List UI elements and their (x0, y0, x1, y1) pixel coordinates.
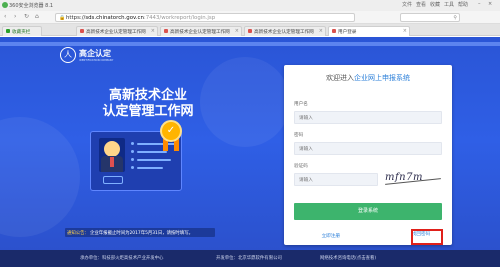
background-shape (200, 57, 290, 147)
tab-page-3[interactable]: 高新技术企业认定管理工作网 × (244, 26, 326, 36)
menu-file[interactable]: 文件 (402, 1, 412, 8)
close-icon[interactable]: × (488, 1, 492, 7)
browser-logo-icon (2, 2, 8, 8)
lock-icon: 🔒 (59, 15, 66, 21)
password-field[interactable] (294, 142, 445, 155)
bullet-dot (131, 142, 134, 145)
footer-developer: 开发单位：北京华鼎软件有限公司 (216, 256, 282, 261)
captcha-field[interactable] (294, 173, 381, 186)
window-title: 360安全浏览器 8.1 (9, 3, 54, 9)
notice-bar[interactable]: 通知公告： 企业年报截止时间为2017年5月31日，请按时填写。 (65, 228, 215, 237)
tab-login[interactable]: 用户登录 × (328, 26, 410, 36)
menu-favorites[interactable]: 收藏 (430, 1, 440, 8)
password-label: 密码 (294, 133, 304, 138)
logo-subtext: IDENTIFICATION COMPANY (79, 59, 114, 62)
tab-page-2[interactable]: 高新技术企业认定管理工作网 × (160, 26, 242, 36)
bullet-dot (131, 166, 134, 169)
footer-support-link[interactable]: 网络技术咨询电话(点击查看) (320, 255, 376, 261)
notice-label: 通知公告： (67, 230, 89, 236)
url-text: https://sds.chinatorch.gov.cn:7443/workr… (66, 15, 216, 21)
hero-title-line1: 高新技术企业 (108, 88, 187, 103)
login-button[interactable]: 登录系统 (294, 203, 442, 220)
search-icon[interactable]: ⚲ (453, 15, 457, 21)
minimize-icon[interactable]: – (478, 1, 481, 7)
close-tab-icon[interactable]: × (403, 28, 407, 34)
close-tab-icon[interactable]: × (235, 28, 239, 34)
password-input[interactable] (299, 146, 445, 152)
person-head (104, 141, 120, 157)
close-tab-icon[interactable]: × (319, 28, 323, 34)
forward-icon[interactable]: › (14, 13, 16, 20)
logo-text: 高企认定 (79, 49, 111, 58)
refresh-icon[interactable]: ↻ (24, 13, 29, 20)
home-icon[interactable]: ⌂ (35, 13, 39, 20)
text-line (137, 158, 171, 161)
menu-view[interactable]: 查看 (416, 1, 426, 8)
highlight-box (411, 229, 443, 245)
username-label: 用户名 (294, 102, 308, 107)
text-line (137, 166, 163, 169)
hero-title-line2: 认定管理工作网 (102, 104, 194, 119)
bullet-dot (131, 150, 134, 153)
favorites-icon (6, 29, 10, 33)
captcha-image[interactable]: mfn7m (385, 172, 441, 190)
menu-help[interactable]: 帮助 (458, 1, 468, 8)
captcha-label: 验证码 (294, 164, 308, 169)
header-band (0, 42, 500, 46)
page-icon (80, 29, 84, 33)
back-icon[interactable]: ‹ (4, 13, 6, 20)
site-logo[interactable]: 人 高企认定 IDENTIFICATION COMPANY (60, 47, 115, 67)
notice-text: 企业年报截止时间为2017年5月31日，请按时填写。 (90, 230, 193, 236)
register-link[interactable]: 立即注册 (322, 234, 340, 239)
tie-icon (110, 157, 114, 167)
page-content: 人 高企认定 IDENTIFICATION COMPANY 高新技术企业 认定管… (0, 37, 500, 267)
address-bar-row: ‹ › ↻ ⌂ 🔒 https://sds.chinatorch.gov.cn:… (0, 11, 500, 24)
welcome-text: 欢迎进入企业网上申报系统 (326, 74, 410, 82)
page-icon (332, 29, 336, 33)
bullet-dot (131, 158, 134, 161)
username-field[interactable] (294, 111, 445, 124)
search-input[interactable]: ⚲ (400, 13, 460, 22)
footer-organizer: 承办单位：科技部火炬高技术产业开发中心 (80, 256, 164, 261)
page-footer: 承办单位：科技部火炬高技术产业开发中心 开发单位：北京华鼎软件有限公司 网络技术… (0, 250, 500, 267)
background-shape (0, 117, 80, 237)
checkbox-illustration (103, 176, 123, 184)
username-input[interactable] (299, 115, 445, 121)
url-input[interactable]: 🔒 https://sds.chinatorch.gov.cn:7443/wor… (55, 13, 355, 22)
login-panel: 欢迎进入企业网上申报系统 用户名 密码 验证码 mfn7m 登录系统 还没有账户… (284, 65, 452, 245)
text-line (137, 142, 175, 145)
close-tab-icon[interactable]: × (151, 28, 155, 34)
tab-favorites[interactable]: 收藏夹栏 (2, 26, 42, 36)
register-row: 还没有账户？立即注册 (294, 234, 340, 239)
logo-emblem-icon: 人 (60, 47, 76, 63)
tab-page-1[interactable]: 高新技术企业认定管理工作网 × (76, 26, 158, 36)
tab-strip: 收藏夹栏 高新技术企业认定管理工作网 × 高新技术企业认定管理工作网 × 高新技术企… (0, 24, 500, 36)
page-icon (164, 29, 168, 33)
menu-tools[interactable]: 工具 (444, 1, 454, 8)
window-titlebar: 360安全浏览器 8.1 文件 查看 收藏 工具 帮助 – × (0, 0, 500, 11)
captcha-input[interactable] (299, 177, 381, 183)
medal-icon: ✓ (160, 120, 182, 142)
page-icon (248, 29, 252, 33)
